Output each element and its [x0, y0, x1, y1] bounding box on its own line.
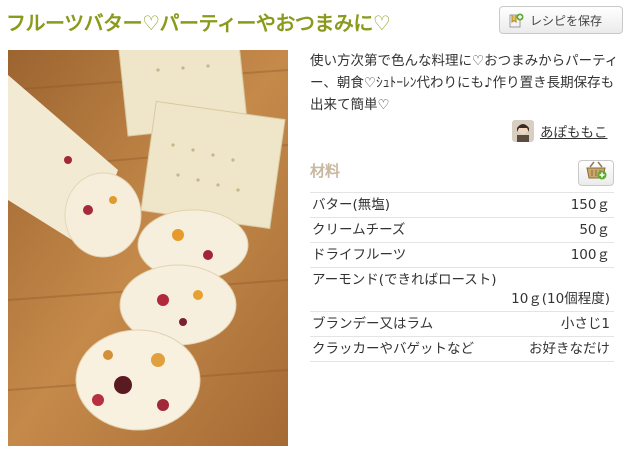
- ingredient-name: アーモンド(できればロースト): [312, 272, 497, 288]
- ingredient-amount: 10ｇ(10個程度): [511, 291, 610, 307]
- ingredient-name: クリームチーズ: [312, 222, 406, 238]
- ingredients-list: バター(無塩) 150ｇ クリームチーズ 50ｇ ドライフルーツ 100ｇ アー…: [310, 192, 614, 362]
- ingredient-row: アーモンド(できればロースト) 10ｇ(10個程度): [310, 267, 614, 311]
- add-to-shopping-list-button[interactable]: [578, 160, 614, 186]
- ingredient-row: クリームチーズ 50ｇ: [310, 217, 614, 242]
- save-recipe-button[interactable]: レシピを保存: [499, 6, 623, 34]
- recipe-description: 使い方次第で色んな料理に♡おつまみからパーティー、朝食♡ｼｭﾄｰﾚﾝ代わりにも♪…: [310, 53, 619, 113]
- recipe-photo: [8, 50, 288, 446]
- bookmark-plus-icon: [508, 12, 524, 28]
- ingredient-amount: お好きなだけ: [529, 341, 610, 357]
- ingredient-amount: 50ｇ: [579, 222, 610, 238]
- ingredient-row: ブランデー又はラム 小さじ1: [310, 311, 614, 336]
- ingredient-amount: 150ｇ: [570, 197, 610, 213]
- author-avatar: [512, 120, 534, 142]
- author-link[interactable]: あぽももこ: [512, 120, 608, 142]
- author-name: あぽももこ: [540, 125, 608, 141]
- ingredient-name: ブランデー又はラム: [312, 316, 434, 332]
- save-recipe-label: レシピを保存: [530, 13, 603, 28]
- ingredient-row: クラッカーやバゲットなど お好きなだけ: [310, 336, 614, 362]
- ingredient-row: バター(無塩) 150ｇ: [310, 192, 614, 217]
- ingredient-amount: 小さじ1: [560, 316, 610, 332]
- basket-add-icon: [585, 161, 607, 185]
- ingredients-heading: 材料: [310, 162, 341, 180]
- ingredient-name: バター(無塩): [312, 197, 391, 213]
- ingredient-name: クラッカーやバゲットなど: [312, 341, 474, 357]
- recipe-title: フルーツバター♡パーティーやおつまみに♡: [6, 11, 391, 35]
- ingredient-amount: 100ｇ: [570, 247, 610, 263]
- ingredient-name: ドライフルーツ: [312, 247, 407, 263]
- ingredient-row: ドライフルーツ 100ｇ: [310, 242, 614, 267]
